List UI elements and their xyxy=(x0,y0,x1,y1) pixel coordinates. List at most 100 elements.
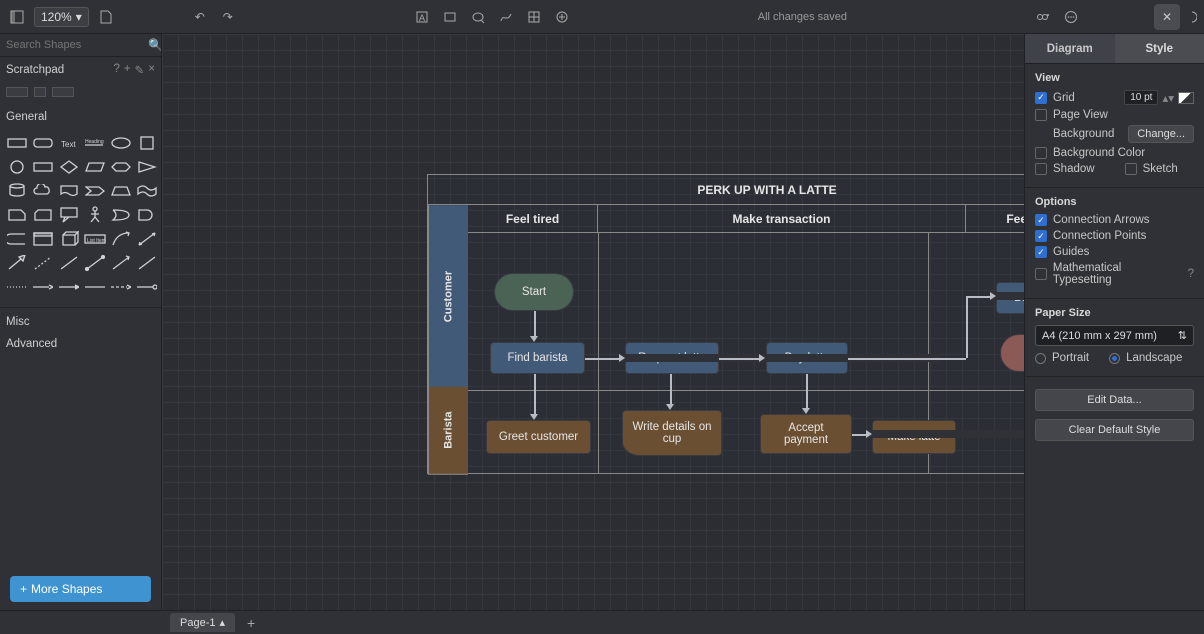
scratch-chip[interactable] xyxy=(52,87,74,97)
shape-or[interactable] xyxy=(110,205,132,225)
shape-list-item[interactable]: List Item xyxy=(84,229,106,249)
bgcolor-checkbox[interactable] xyxy=(1035,147,1047,159)
search-icon[interactable]: 🔍 xyxy=(148,38,162,52)
shape-link3[interactable] xyxy=(58,277,80,297)
guides-checkbox[interactable]: ✓ xyxy=(1035,246,1047,258)
shape-actor[interactable] xyxy=(84,205,106,225)
table-icon[interactable] xyxy=(523,6,545,28)
background-change-button[interactable]: Change... xyxy=(1128,125,1194,143)
redo-icon[interactable]: ↷ xyxy=(217,6,239,28)
shape-document[interactable] xyxy=(58,181,80,201)
tab-style[interactable]: Style xyxy=(1115,34,1204,63)
shape-process[interactable] xyxy=(32,157,54,177)
close-scratch-icon[interactable]: × xyxy=(148,63,155,77)
page-menu-icon[interactable]: ▴ xyxy=(219,616,225,629)
conn-points-checkbox[interactable]: ✓ xyxy=(1035,230,1047,242)
shape-line[interactable] xyxy=(58,253,80,273)
shape-rect[interactable] xyxy=(6,133,28,153)
shape-text[interactable]: Text xyxy=(58,133,80,153)
edit-scratch-icon[interactable]: ✎ xyxy=(135,63,145,77)
shape-bidir-arrow[interactable] xyxy=(136,229,158,249)
shape-heading[interactable]: Heading xyxy=(84,133,106,153)
portrait-radio[interactable] xyxy=(1035,353,1046,364)
shape-tape[interactable] xyxy=(136,181,158,201)
shape-step[interactable] xyxy=(84,181,106,201)
shape-circle[interactable] xyxy=(6,157,28,177)
landscape-radio[interactable] xyxy=(1109,353,1120,364)
help-icon[interactable]: ? xyxy=(1188,268,1194,280)
math-checkbox[interactable] xyxy=(1035,268,1047,280)
sketch-checkbox[interactable] xyxy=(1125,163,1137,175)
grid-color-swatch[interactable] xyxy=(1178,92,1194,104)
shape-cloud[interactable] xyxy=(32,181,54,201)
node-write-details[interactable]: Write details on cup xyxy=(622,410,722,456)
shape-connector[interactable] xyxy=(136,253,158,273)
text-shape-icon[interactable]: A xyxy=(411,6,433,28)
node-greet[interactable]: Greet customer xyxy=(486,420,591,454)
shape-and[interactable] xyxy=(136,205,158,225)
freehand-icon[interactable] xyxy=(495,6,517,28)
shape-diamond[interactable] xyxy=(58,157,80,177)
shape-link6[interactable] xyxy=(136,277,158,297)
shape-link1[interactable] xyxy=(6,277,28,297)
new-page-icon[interactable] xyxy=(95,6,117,28)
close-panel-icon[interactable]: ✕ xyxy=(1154,4,1180,30)
right-edge-icon[interactable] xyxy=(1186,6,1198,28)
shape-dashed-line[interactable] xyxy=(32,253,54,273)
advanced-header[interactable]: Advanced xyxy=(0,332,161,356)
undo-icon[interactable]: ↶ xyxy=(189,6,211,28)
shape-thick-arrow[interactable] xyxy=(6,253,28,273)
pageview-checkbox[interactable] xyxy=(1035,109,1047,121)
shadow-checkbox[interactable] xyxy=(1035,163,1047,175)
col-feel-perky[interactable]: Feel perky xyxy=(966,205,1024,232)
help-icon[interactable]: ? xyxy=(114,63,120,77)
shape-square[interactable] xyxy=(136,133,158,153)
shape-frame[interactable] xyxy=(32,229,54,249)
col-make-transaction[interactable]: Make transaction xyxy=(598,205,966,232)
grid-stepper-icon[interactable]: ▴▾ xyxy=(1162,91,1174,105)
zoom-dropdown[interactable]: 120% ▾ xyxy=(34,7,89,27)
scratchpad-header[interactable]: Scratchpad ? + ✎ × xyxy=(0,57,161,83)
shape-bidir-line[interactable] xyxy=(84,253,106,273)
scratch-chip[interactable] xyxy=(6,87,28,97)
misc-header[interactable]: Misc xyxy=(0,307,161,332)
page-tab[interactable]: Page-1 ▴ xyxy=(170,613,235,632)
canvas[interactable]: PERK UP WITH A LATTE Feel tired Make tra… xyxy=(162,34,1024,610)
shape-hexagon[interactable] xyxy=(110,157,132,177)
shape-cylinder[interactable] xyxy=(6,181,28,201)
shape-link4[interactable] xyxy=(84,277,106,297)
col-feel-tired[interactable]: Feel tired xyxy=(468,205,598,232)
general-header[interactable]: General xyxy=(0,105,161,129)
conn-arrows-checkbox[interactable]: ✓ xyxy=(1035,214,1047,226)
shape-triangle[interactable] xyxy=(136,157,158,177)
lane-barista[interactable]: Barista xyxy=(428,387,468,475)
shape-datastore[interactable] xyxy=(6,229,28,249)
shape-cube[interactable] xyxy=(58,229,80,249)
add-page-button[interactable]: + xyxy=(241,615,261,631)
shape-callout[interactable] xyxy=(58,205,80,225)
shape-card[interactable] xyxy=(32,205,54,225)
more-shapes-button[interactable]: + More Shapes xyxy=(10,576,151,602)
tab-diagram[interactable]: Diagram xyxy=(1025,34,1115,63)
node-start[interactable]: Start xyxy=(494,273,574,311)
lane-customer[interactable]: Customer xyxy=(428,205,468,387)
shape-curve[interactable] xyxy=(110,229,132,249)
shape-arrow-line[interactable] xyxy=(110,253,132,273)
scratch-chip[interactable] xyxy=(34,87,46,97)
more-menu-icon[interactable] xyxy=(1060,6,1082,28)
clear-style-button[interactable]: Clear Default Style xyxy=(1035,419,1194,441)
shape-parallelogram[interactable] xyxy=(84,157,106,177)
paper-size-select[interactable]: A4 (210 mm x 297 mm) ⇅ xyxy=(1035,325,1194,346)
sidebar-toggle-icon[interactable] xyxy=(6,6,28,28)
shape-roundrect[interactable] xyxy=(32,133,54,153)
node-find-barista[interactable]: Find barista xyxy=(490,342,585,374)
grid-size-input[interactable]: 10 pt xyxy=(1124,90,1158,105)
node-accept-payment[interactable]: Accept payment xyxy=(760,414,852,454)
grid-checkbox[interactable]: ✓ xyxy=(1035,92,1047,104)
shape-link2[interactable] xyxy=(32,277,54,297)
shape-ellipse[interactable] xyxy=(110,133,132,153)
add-icon[interactable] xyxy=(551,6,573,28)
add-scratch-icon[interactable]: + xyxy=(124,63,131,77)
shape-link5[interactable] xyxy=(110,277,132,297)
ellipse-shape-icon[interactable] xyxy=(467,6,489,28)
